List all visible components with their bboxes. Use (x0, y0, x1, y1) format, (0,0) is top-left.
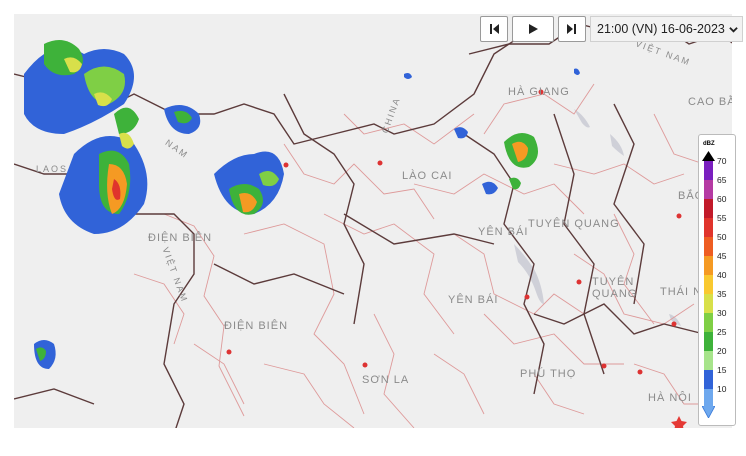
play-icon (529, 24, 538, 34)
legend-swatch-55 (704, 218, 713, 237)
legend-tick-35: 35 (717, 289, 727, 299)
legend-tick-30: 30 (717, 308, 727, 318)
label-ha-giang: HÀ GIANG (508, 86, 570, 98)
legend-swatch-50 (704, 237, 713, 256)
legend-tick-10: 10 (717, 384, 727, 394)
legend-swatch-65 (704, 180, 713, 199)
label-ha-noi: HÀ NỘI (648, 392, 692, 404)
time-value: 21:00 (VN) 16-06-2023 (597, 22, 725, 36)
legend-tick-45: 45 (717, 251, 727, 261)
capital-star-icon (671, 416, 687, 428)
legend-swatch-70 (704, 161, 713, 180)
legend-tick-40: 40 (717, 270, 727, 280)
radar-echoes (24, 40, 580, 369)
label-tuyen-quang-2: TUYÊN QUANG (592, 276, 638, 300)
legend-swatch-45 (704, 256, 713, 275)
label-tuyen-quang-1: TUYÊN QUANG (528, 218, 620, 230)
legend-swatch-10 (704, 389, 713, 408)
city-markers (226, 89, 682, 375)
legend-tick-15: 15 (717, 365, 727, 375)
legend-swatch-35 (704, 294, 713, 313)
skip-to-end-icon (567, 24, 576, 34)
last-frame-button[interactable] (558, 16, 586, 42)
legend-tick-55: 55 (717, 213, 727, 223)
first-frame-button[interactable] (480, 16, 508, 42)
radar-map[interactable]: VIỆT NAM CHINA HÀ GIANG CAO BẰ LÀO CAI B… (14, 14, 732, 428)
label-yen-bai-1: YÊN BÁI (478, 226, 529, 238)
legend-top-arrow-icon (702, 151, 715, 161)
label-lao-cai: LÀO CAI (402, 170, 453, 182)
time-select[interactable]: 21:00 (VN) 16-06-2023 (590, 16, 743, 42)
label-laos: LAOS (36, 164, 69, 174)
legend-unit: dBZ (703, 141, 715, 147)
legend-swatch-40 (704, 275, 713, 294)
play-button[interactable] (512, 16, 554, 42)
legend-swatch-60 (704, 199, 713, 218)
label-phu-tho: PHÚ THỌ (520, 368, 577, 380)
map-canvas[interactable] (14, 14, 732, 428)
label-cao-bang: CAO BẰ (688, 96, 732, 108)
label-yen-bai-2: YÊN BÁI (448, 294, 499, 306)
label-son-la: SƠN LA (362, 374, 410, 386)
legend-tick-25: 25 (717, 327, 727, 337)
legend-swatch-30 (704, 313, 713, 332)
legend-tick-70: 70 (717, 156, 727, 166)
chevron-down-icon (729, 26, 738, 33)
legend-tick-50: 50 (717, 232, 727, 242)
playback-controls: 21:00 (VN) 16-06-2023 (480, 14, 743, 44)
skip-to-start-icon (490, 24, 499, 34)
legend-tick-20: 20 (717, 346, 727, 356)
label-dien-bien-1: ĐIỆN BIÊN (148, 232, 213, 244)
legend-tick-60: 60 (717, 194, 727, 204)
legend-swatch-20 (704, 351, 713, 370)
reflectivity-legend: dBZ 70 65 60 55 50 45 40 35 30 25 20 15 10 (698, 134, 736, 426)
legend-swatch-15 (704, 370, 713, 389)
label-dien-bien-2: ĐIỆN BIÊN (224, 320, 289, 332)
legend-tick-65: 65 (717, 175, 727, 185)
legend-swatch-25 (704, 332, 713, 351)
